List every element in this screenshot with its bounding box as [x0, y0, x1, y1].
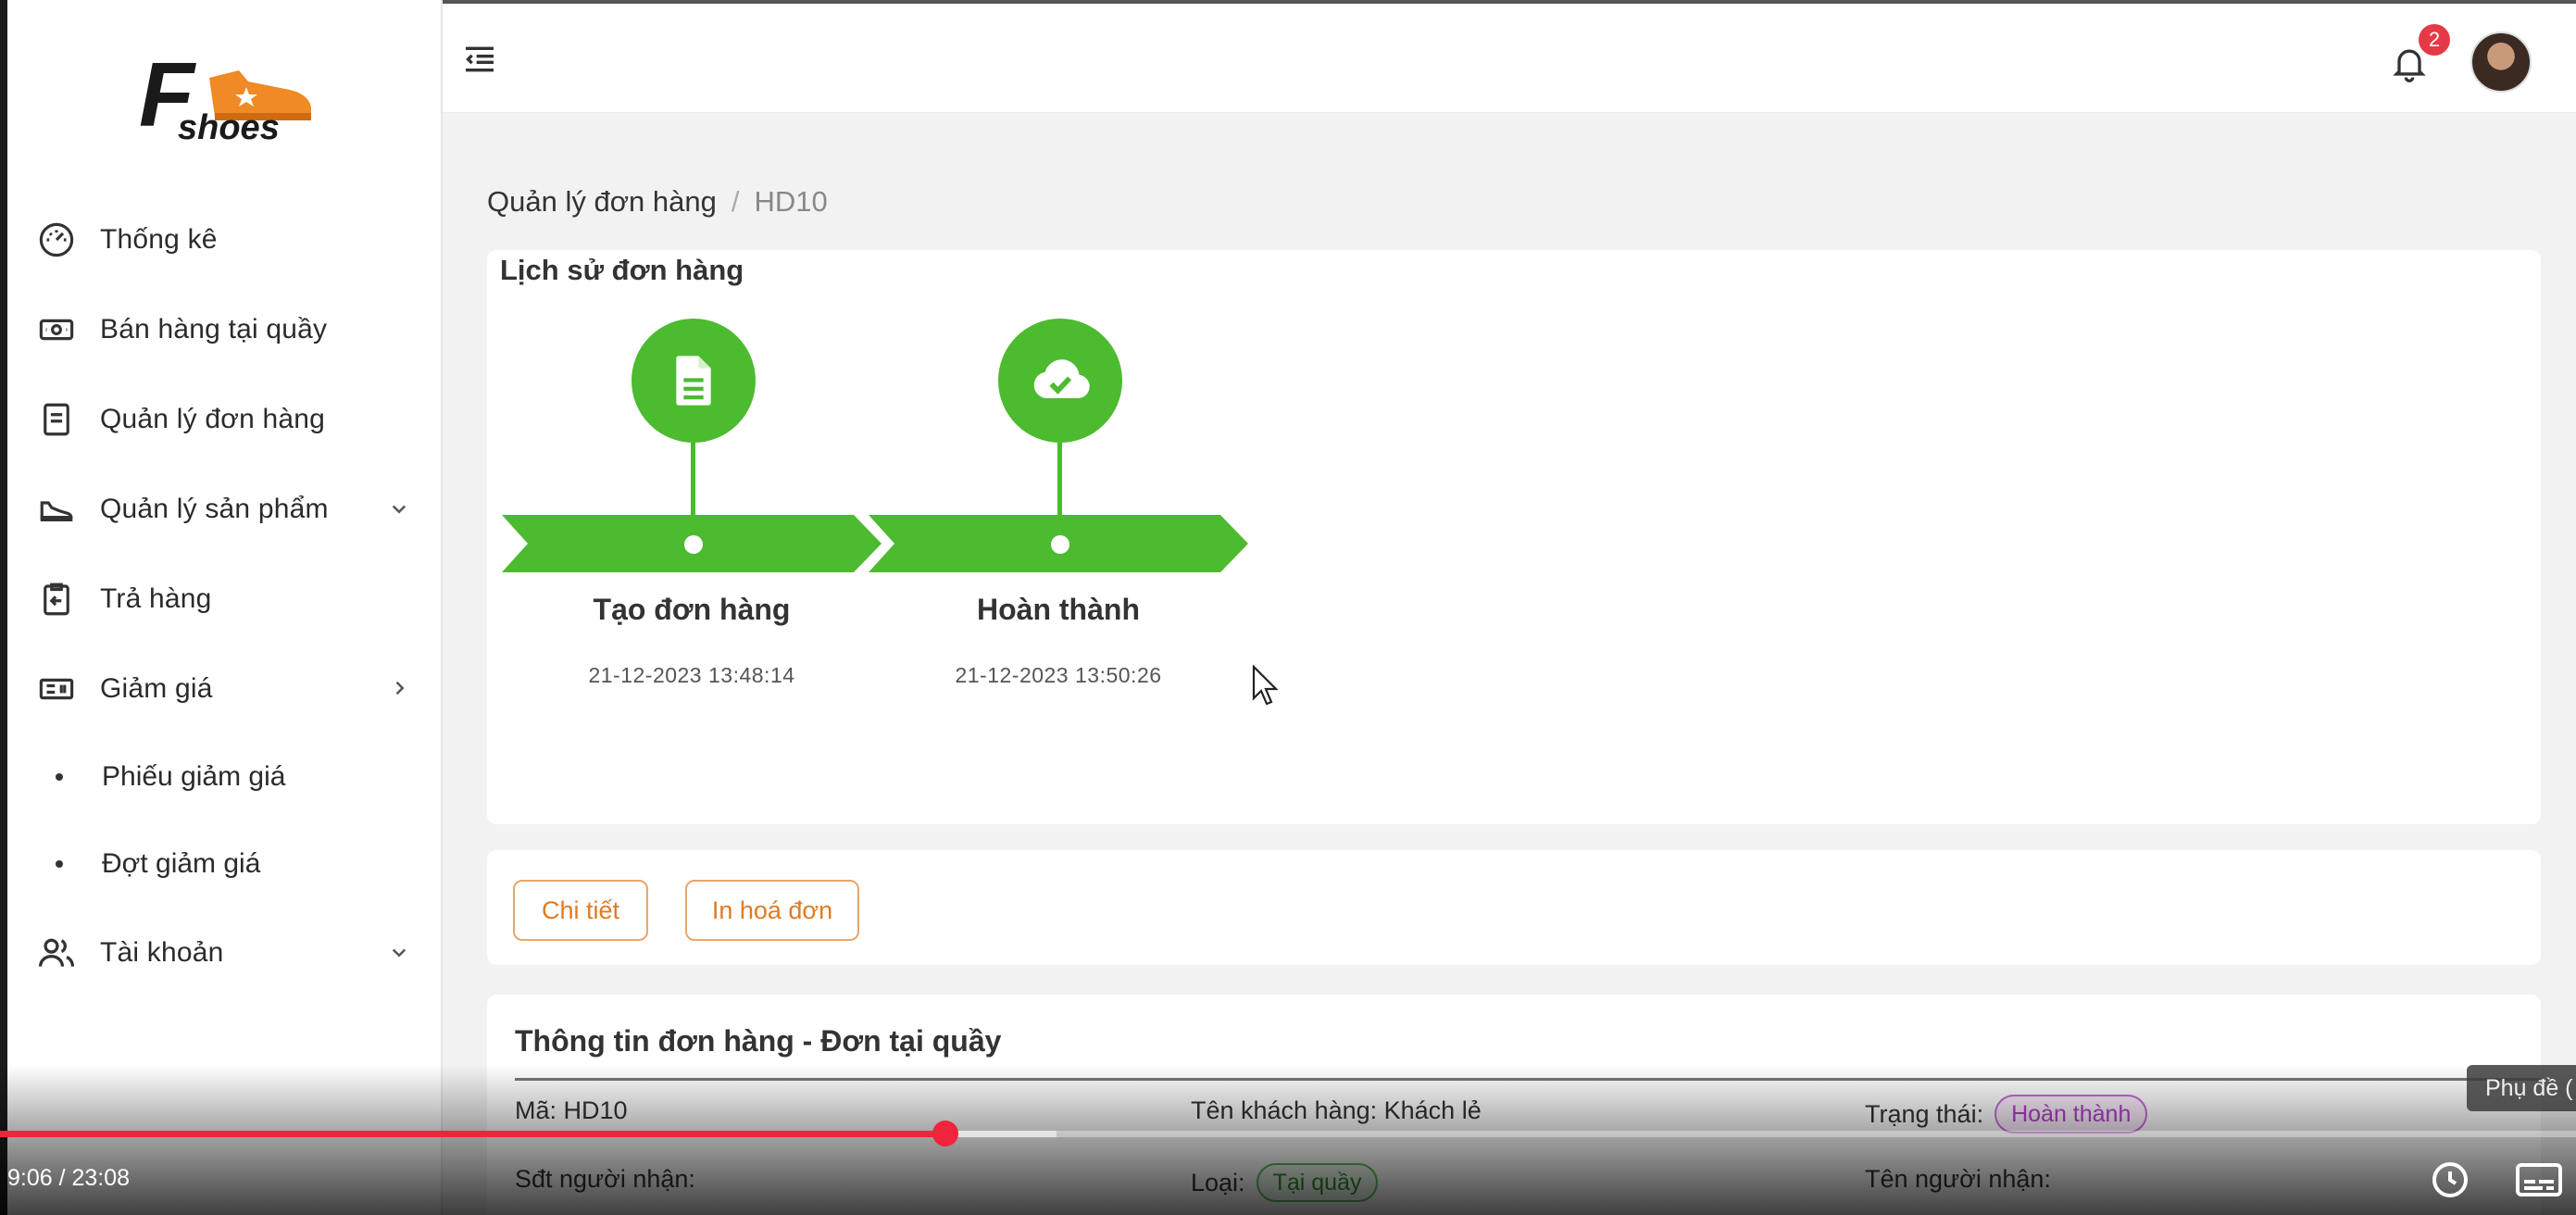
- top-header: 2: [443, 0, 2576, 113]
- order-info-title: Thông tin đơn hàng - Đơn tại quầy: [515, 1024, 1002, 1058]
- timeline-node: [1051, 535, 1069, 554]
- order-status-badge: Hoàn thành: [1995, 1095, 2148, 1134]
- timeline-step-label: Hoàn thành: [977, 593, 1140, 626]
- order-history-card: Lịch sử đơn hàng Tạo đơn hàng 21-12-2023…: [487, 250, 2541, 824]
- sidebar-item-label: Bán hàng tại quầy: [100, 313, 328, 344]
- notification-count-badge: 2: [2419, 24, 2450, 56]
- sidebar-item-tra-hang[interactable]: Trả hàng: [7, 554, 443, 644]
- order-info-card: Thông tin đơn hàng - Đơn tại quầy Mã: HD…: [487, 995, 2541, 1215]
- breadcrumb-current: HD10: [754, 185, 828, 218]
- autoplay-toggle-icon[interactable]: [2426, 1159, 2474, 1200]
- sidebar-subitem-dot-giam-gia[interactable]: Đợt giảm giá: [7, 820, 443, 908]
- chevron-right-icon[interactable]: [385, 674, 413, 702]
- svg-text:shoes: shoes: [178, 108, 280, 143]
- order-info-divider: [515, 1078, 2541, 1081]
- sidebar-item-quan-ly-don-hang[interactable]: Quản lý đơn hàng: [7, 374, 443, 464]
- bullet-dot: [56, 773, 63, 781]
- breadcrumb-root-link[interactable]: Quản lý đơn hàng: [487, 185, 717, 219]
- sidebar-item-label: Giảm giá: [100, 672, 213, 704]
- shoe-icon: [35, 488, 78, 531]
- sidebar-subitem-phieu-giam-gia[interactable]: Phiếu giảm giá: [7, 733, 443, 820]
- receiver-name: Tên người nhận:: [1865, 1165, 2051, 1193]
- order-status-field: Trạng thái: Hoàn thành: [1865, 1095, 2148, 1134]
- receipt-icon: [35, 398, 78, 441]
- timeline-stem: [691, 443, 695, 515]
- order-type-field: Loại: Tại quầy: [1191, 1163, 1379, 1202]
- sidebar-item-label: Quản lý sản phẩm: [100, 493, 329, 524]
- subtitle-tooltip: Phụ đề (: [2467, 1065, 2576, 1111]
- video-played: [0, 1131, 945, 1137]
- timeline-step-label: Tạo đơn hàng: [593, 593, 791, 626]
- sidebar-item-quan-ly-san-pham[interactable]: Quản lý sản phẩm: [7, 464, 443, 554]
- document-icon: [631, 319, 756, 443]
- sidebar-nav: Thống kê Bán hàng tại quầy Quản lý đơn h…: [7, 194, 443, 997]
- users-icon: [35, 932, 78, 974]
- sidebar-item-label: Tài khoản: [100, 936, 224, 968]
- subtitles-cc-icon[interactable]: [2515, 1159, 2563, 1200]
- discount-ticket-icon: [35, 668, 78, 710]
- timeline-step-time: 21-12-2023 13:50:26: [955, 663, 1162, 687]
- sidebar-subitem-label: Phiếu giảm giá: [102, 761, 286, 792]
- chevron-down-icon[interactable]: [385, 495, 413, 522]
- order-code: Mã: HD10: [515, 1096, 628, 1124]
- customer-name: Tên khách hàng: Khách lẻ: [1191, 1096, 1482, 1124]
- sidebar-subitem-label: Đợt giảm giá: [102, 848, 261, 879]
- sidebar-item-tai-khoan[interactable]: Tài khoản: [7, 908, 443, 997]
- return-clipboard-icon: [35, 578, 78, 620]
- breadcrumb-separator: /: [731, 185, 740, 218]
- timeline-node: [684, 535, 703, 554]
- menu-collapse-icon[interactable]: [461, 41, 498, 78]
- timeline-step: Hoàn thành 21-12-2023 13:50:26: [869, 319, 1248, 708]
- sidebar-item-giam-gia[interactable]: Giảm giá: [7, 644, 443, 733]
- sidebar: F shoes Thống kê Bán hàng tại quầy Quản …: [7, 0, 443, 1215]
- fshoes-logo[interactable]: F shoes: [137, 41, 331, 147]
- timeline-step: Tạo đơn hàng 21-12-2023 13:48:14: [502, 319, 882, 708]
- breadcrumb: Quản lý đơn hàng / HD10: [487, 185, 828, 219]
- order-status-label: Trạng thái:: [1865, 1099, 1984, 1128]
- receiver-phone: Sđt người nhận:: [515, 1165, 695, 1193]
- order-type-label: Loại:: [1191, 1168, 1245, 1196]
- cash-icon: [35, 308, 78, 351]
- video-progress-bar[interactable]: [0, 1121, 2576, 1146]
- user-avatar[interactable]: [2470, 31, 2532, 93]
- detail-button[interactable]: Chi tiết: [513, 880, 648, 941]
- video-time: 9:06 / 23:08: [7, 1165, 131, 1191]
- timeline-stem: [1057, 443, 1062, 515]
- sidebar-item-ban-hang[interactable]: Bán hàng tại quầy: [7, 284, 443, 374]
- bullet-dot: [56, 860, 63, 868]
- chevron-down-icon[interactable]: [385, 938, 413, 966]
- sidebar-item-label: Thống kê: [100, 223, 218, 255]
- print-invoice-button[interactable]: In hoá đơn: [685, 880, 859, 941]
- order-type-badge: Tại quầy: [1256, 1163, 1379, 1202]
- sidebar-item-label: Trả hàng: [100, 582, 212, 614]
- order-history-title: Lịch sử đơn hàng: [500, 254, 744, 286]
- order-actions-card: Chi tiết In hoá đơn: [487, 850, 2541, 965]
- sidebar-item-thong-ke[interactable]: Thống kê: [7, 194, 443, 284]
- mouse-cursor-icon: [1252, 665, 1279, 706]
- sidebar-item-label: Quản lý đơn hàng: [100, 403, 326, 434]
- cloud-check-icon: [998, 319, 1122, 443]
- video-left-edge: [0, 0, 7, 1215]
- video-scrubber-handle[interactable]: [932, 1121, 958, 1146]
- order-timeline: Tạo đơn hàng 21-12-2023 13:48:14 Hoàn th…: [502, 319, 1261, 708]
- dashboard-gauge-icon: [35, 219, 78, 261]
- timeline-step-time: 21-12-2023 13:48:14: [588, 663, 795, 687]
